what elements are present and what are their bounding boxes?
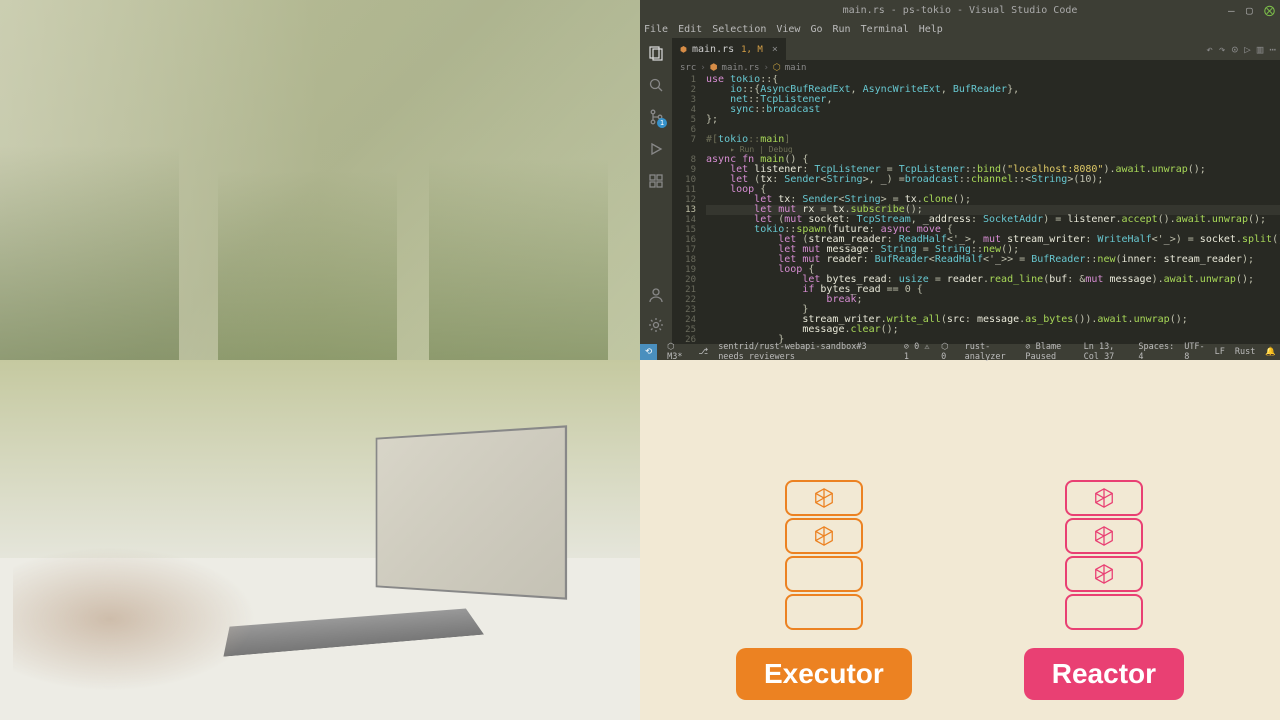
vscode-window: main.rs - ps-tokio - Visual Studio Code … bbox=[640, 0, 1280, 360]
go-back-icon[interactable]: ↶ bbox=[1206, 43, 1213, 56]
sb-blame[interactable]: ⊘ Blame Paused bbox=[1025, 342, 1073, 362]
menu-edit[interactable]: Edit bbox=[678, 24, 702, 35]
stack-slot bbox=[785, 556, 863, 592]
breadcrumb-src[interactable]: src bbox=[680, 63, 696, 73]
photo-laptop-base bbox=[224, 609, 484, 657]
explorer-icon[interactable] bbox=[647, 44, 665, 62]
photo-laptop bbox=[230, 432, 563, 655]
tab-bar: ⬢ main.rs 1, M × ↶ ↷ ⊙ ▷ ▥ ⋯ bbox=[672, 38, 1280, 60]
tab-mod-indicator: 1, M bbox=[741, 45, 763, 55]
stack-slot bbox=[785, 594, 863, 630]
executor-group: Executor bbox=[736, 480, 912, 700]
titlebar: main.rs - ps-tokio - Visual Studio Code … bbox=[640, 0, 1280, 20]
sb-feedback-icon[interactable]: 🔔 bbox=[1265, 347, 1276, 357]
maximize-button[interactable]: ▢ bbox=[1246, 4, 1258, 16]
menu-terminal[interactable]: Terminal bbox=[861, 24, 909, 35]
reactor-label: Reactor bbox=[1024, 648, 1184, 700]
code-lines[interactable]: use tokio::{ io::{AsyncBufReadExt, Async… bbox=[702, 75, 1280, 344]
sb-spaces[interactable]: Spaces: 4 bbox=[1138, 342, 1174, 362]
photo-plant bbox=[429, 72, 608, 360]
photo-laptop-screen bbox=[375, 425, 566, 599]
stack-slot bbox=[785, 480, 863, 516]
sb-eol[interactable]: LF bbox=[1215, 347, 1225, 357]
stack-slot bbox=[785, 518, 863, 554]
split-icon[interactable]: ▷ bbox=[1244, 43, 1251, 56]
stack-slot bbox=[1065, 556, 1143, 592]
photo-office-top bbox=[0, 0, 640, 360]
activity-bar bbox=[640, 38, 672, 344]
photo-office-bottom bbox=[0, 360, 640, 720]
stack-slot bbox=[1065, 480, 1143, 516]
sb-cursor[interactable]: Ln 13, Col 37 bbox=[1084, 342, 1129, 362]
sb-m3[interactable]: ⬡ M3* bbox=[667, 342, 688, 362]
executor-label: Executor bbox=[736, 648, 912, 700]
menu-go[interactable]: Go bbox=[810, 24, 822, 35]
menu-run[interactable]: Run bbox=[833, 24, 851, 35]
menu-file[interactable]: File bbox=[644, 24, 668, 35]
settings-icon[interactable] bbox=[647, 316, 665, 334]
line-gutter: 1234567 89101112131415161718192021222324… bbox=[672, 75, 702, 344]
breadcrumb-symbol[interactable]: main bbox=[785, 63, 807, 73]
layout-icon[interactable]: ▥ bbox=[1257, 43, 1264, 56]
menu-selection[interactable]: Selection bbox=[712, 24, 766, 35]
breadcrumb[interactable]: src› ⬢main.rs› ⬡main bbox=[672, 60, 1280, 75]
sb-lsp[interactable]: rust-analyzer bbox=[965, 342, 1016, 362]
sb-pr[interactable]: sentrid/rust-webapi-sandbox#3 needs revi… bbox=[718, 342, 894, 362]
photo-plant bbox=[218, 90, 397, 360]
executor-stack bbox=[785, 480, 863, 630]
close-button[interactable]: ⨂ bbox=[1264, 4, 1276, 16]
photo-plant bbox=[0, 54, 179, 360]
sb-encoding[interactable]: UTF-8 bbox=[1184, 342, 1204, 362]
stack-slot bbox=[1065, 518, 1143, 554]
code-editor[interactable]: 1234567 89101112131415161718192021222324… bbox=[672, 75, 1280, 344]
editor-tab[interactable]: ⬢ main.rs 1, M × bbox=[672, 38, 786, 60]
go-forward-icon[interactable]: ↷ bbox=[1219, 43, 1226, 56]
minimize-button[interactable]: — bbox=[1228, 4, 1240, 16]
compare-icon[interactable]: ⊙ bbox=[1232, 43, 1239, 56]
sb-problems[interactable]: ⊘ 0 ⚠ 1 bbox=[904, 342, 931, 362]
menu-help[interactable]: Help bbox=[919, 24, 943, 35]
window-title: main.rs - ps-tokio - Visual Studio Code bbox=[843, 5, 1078, 16]
rust-file-icon: ⬢ bbox=[680, 45, 687, 54]
more-icon[interactable]: ⋯ bbox=[1269, 43, 1276, 56]
status-bar: ⟲ ⬡ M3* ⎇ sentrid/rust-webapi-sandbox#3 … bbox=[640, 344, 1280, 360]
tab-filename: main.rs bbox=[692, 44, 734, 55]
photo-hands bbox=[13, 547, 256, 691]
breadcrumb-file[interactable]: main.rs bbox=[722, 63, 760, 73]
tab-close-icon[interactable]: × bbox=[772, 44, 778, 55]
sb-branch[interactable]: ⎇ bbox=[698, 347, 708, 357]
account-icon[interactable] bbox=[647, 286, 665, 304]
source-control-icon[interactable] bbox=[647, 108, 665, 126]
sb-lang[interactable]: Rust bbox=[1235, 347, 1255, 357]
menu-view[interactable]: View bbox=[776, 24, 800, 35]
reactor-stack bbox=[1065, 480, 1143, 630]
reactor-group: Reactor bbox=[1024, 480, 1184, 700]
search-icon[interactable] bbox=[647, 76, 665, 94]
remote-indicator[interactable]: ⟲ bbox=[640, 344, 657, 360]
extensions-icon[interactable] bbox=[647, 172, 665, 190]
stack-slot bbox=[1065, 594, 1143, 630]
run-debug-icon[interactable] bbox=[647, 140, 665, 158]
diagram-panel: Executor Reactor bbox=[640, 360, 1280, 720]
menubar: File Edit Selection View Go Run Terminal… bbox=[640, 20, 1280, 38]
sb-ports[interactable]: ⬡ 0 bbox=[941, 342, 954, 362]
